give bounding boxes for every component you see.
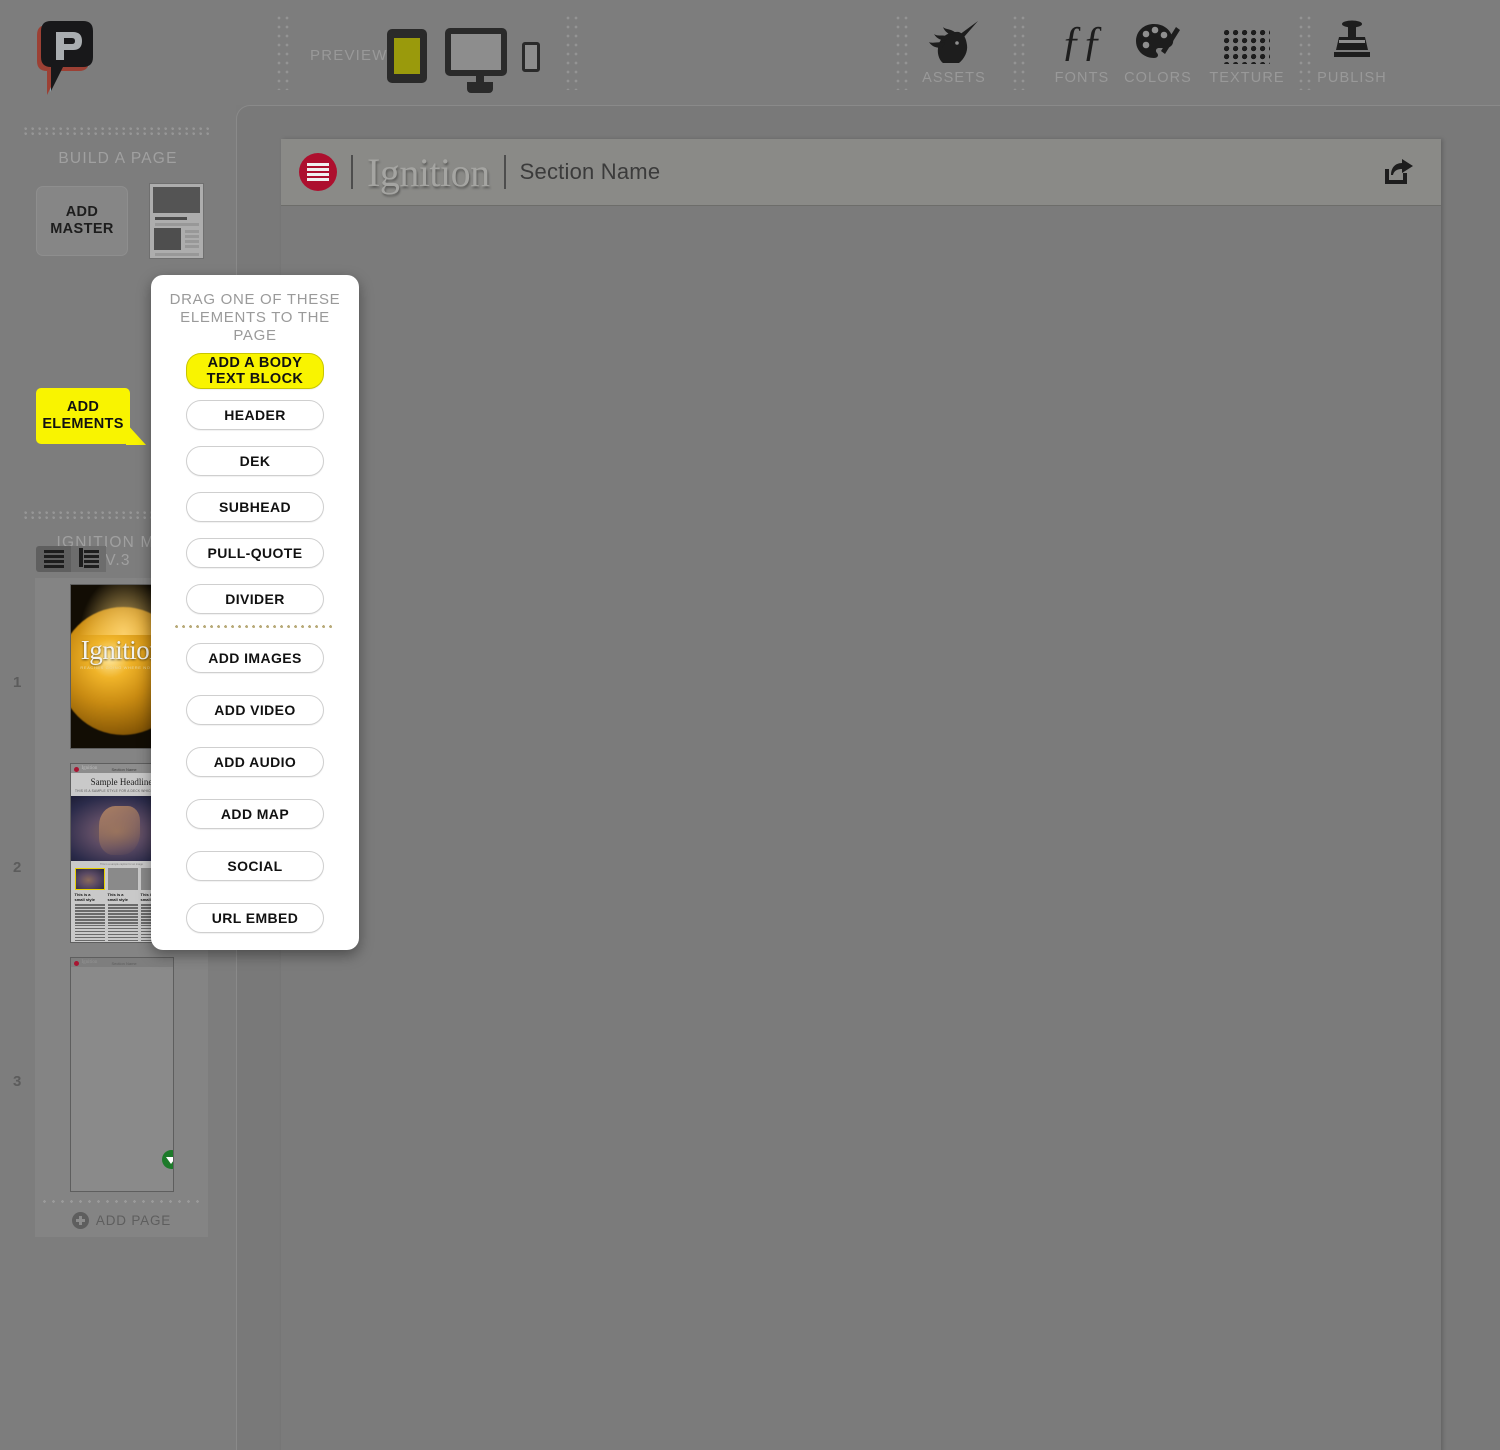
add-master-button[interactable]: ADD MASTER	[36, 186, 128, 256]
tool-assets[interactable]: ASSETS	[904, 16, 1004, 86]
page-header: Ignition Section Name	[281, 139, 1441, 206]
page-canvas[interactable]: Ignition Section Name	[281, 139, 1441, 1450]
detail-view-toggle[interactable]	[71, 546, 106, 572]
element-add-video[interactable]: ADD VIDEO	[186, 695, 324, 725]
popup-title-line2: ELEMENTS TO THE PAGE	[180, 309, 330, 344]
pugpig-logo[interactable]	[32, 18, 98, 96]
plus-icon	[71, 1211, 89, 1229]
element-add-map[interactable]: ADD MAP	[186, 799, 324, 829]
canvas-area: Ignition Section Name	[236, 105, 1500, 1450]
toolbar-divider-4	[1013, 16, 1025, 90]
header-divider-1	[351, 155, 353, 189]
page-number: 3	[13, 1073, 22, 1090]
tool-publish[interactable]: PUBLISH	[1302, 16, 1402, 86]
unicorn-icon	[904, 16, 1004, 64]
thumb-col-head-2: small style	[74, 897, 95, 902]
thumb-col-head-2: small style	[107, 897, 128, 902]
tablet-icon	[394, 38, 420, 74]
thumb-column: This is a small style	[74, 868, 105, 942]
element-divider[interactable]: DIVIDER	[186, 584, 324, 614]
toolbar-divider-2	[566, 16, 578, 90]
phone-preview[interactable]	[522, 42, 540, 72]
header-divider-2	[503, 155, 506, 189]
page-number: 1	[13, 674, 22, 691]
element-url-embed[interactable]: URL EMBED	[186, 903, 324, 933]
thumb-masthead: Ignition	[81, 960, 98, 965]
sidebar-divider-1	[24, 127, 212, 136]
tool-colors[interactable]: COLORS	[1108, 16, 1208, 86]
element-label-line1: ADD A BODY	[207, 355, 303, 371]
top-toolbar: PREVIEW ASSETS ƒƒ FONTS COLORS TEXTURE P…	[0, 0, 1500, 105]
thumb-section-name: Section Name	[111, 960, 137, 966]
element-label-line2: TEXT BLOCK	[206, 371, 304, 387]
popup-group-divider	[175, 625, 335, 629]
thumb-section-name: Section Name	[111, 766, 137, 772]
add-elements-button[interactable]: ADD ELEMENTS	[36, 388, 146, 445]
page-list-item[interactable]: 3 Ignition Section Name	[13, 943, 208, 1192]
collapse-page-button[interactable]	[161, 1150, 173, 1169]
element-add-audio[interactable]: ADD AUDIO	[186, 747, 324, 777]
element-add-images[interactable]: ADD IMAGES	[186, 643, 324, 673]
element-dek[interactable]: DEK	[186, 446, 324, 476]
stamp-icon	[1302, 16, 1402, 64]
page-thumbnail-blank[interactable]: Ignition Section Name	[69, 957, 174, 1192]
master-page-thumbnail[interactable]	[149, 183, 204, 259]
add-elements-label-1: ADD	[66, 399, 100, 415]
tool-texture-label: TEXTURE	[1209, 70, 1285, 86]
popup-title-line1: DRAG ONE OF THESE	[169, 291, 341, 308]
add-master-label-2: MASTER	[50, 221, 114, 237]
toolbar-divider-1	[277, 16, 289, 90]
add-page-button[interactable]: ADD PAGE	[35, 1203, 208, 1237]
element-pull-quote[interactable]: PULL-QUOTE	[186, 538, 324, 568]
project-title-line2: V.3	[105, 552, 131, 569]
ignition-roundel-icon	[299, 153, 337, 191]
page-number: 2	[13, 859, 22, 876]
element-subhead[interactable]: SUBHEAD	[186, 492, 324, 522]
element-header[interactable]: HEADER	[186, 400, 324, 430]
share-icon[interactable]	[1383, 158, 1415, 186]
add-page-label: ADD PAGE	[95, 1212, 172, 1228]
view-toggle-group	[36, 546, 106, 572]
thumb-masthead: Ignition	[81, 766, 98, 771]
tool-colors-label: COLORS	[1124, 70, 1192, 86]
tool-publish-label: PUBLISH	[1317, 70, 1387, 86]
popup-title: DRAG ONE OF THESE ELEMENTS TO THE PAGE	[151, 275, 359, 353]
build-a-page-title: BUILD A PAGE	[58, 150, 178, 167]
desktop-preview[interactable]	[445, 28, 507, 93]
list-view-toggle[interactable]	[36, 546, 71, 572]
add-elements-label-2: ELEMENTS	[42, 416, 124, 432]
page-masthead: Ignition	[367, 149, 490, 195]
page-section-name[interactable]: Section Name	[520, 159, 661, 185]
palette-icon	[1108, 16, 1208, 64]
element-add-body-text-block[interactable]: ADD A BODY TEXT BLOCK	[186, 353, 324, 389]
add-master-label-1: ADD	[65, 204, 99, 220]
thumb-column: This is a small style	[107, 868, 138, 942]
add-elements-popup: DRAG ONE OF THESE ELEMENTS TO THE PAGE A…	[151, 275, 359, 950]
element-social[interactable]: SOCIAL	[186, 851, 324, 881]
tablet-preview[interactable]	[387, 29, 427, 83]
dot-grid-icon	[1197, 16, 1297, 64]
tool-assets-label: ASSETS	[922, 70, 986, 86]
tool-texture[interactable]: TEXTURE	[1197, 16, 1297, 86]
preview-label: PREVIEW	[310, 47, 388, 64]
